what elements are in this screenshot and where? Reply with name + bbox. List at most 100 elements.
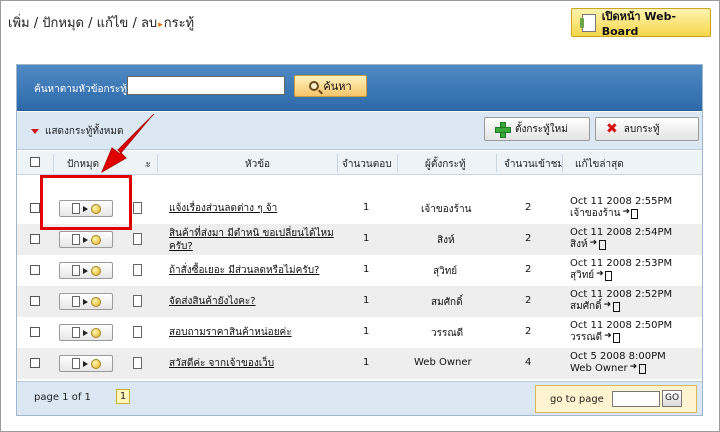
view-count: 4: [525, 357, 532, 368]
pin-icon: [90, 358, 101, 369]
reply-count: 1: [363, 326, 370, 337]
goto-post-icon[interactable]: [630, 361, 646, 374]
search-input[interactable]: [127, 76, 285, 95]
document-icon: [71, 296, 80, 307]
pin-icon: [90, 234, 101, 245]
author-name: สิงห์: [437, 235, 455, 246]
last-edit-by[interactable]: สิงห์: [570, 239, 588, 250]
last-edit-by[interactable]: สมศักดิ์: [570, 301, 602, 312]
arrow-right-icon: [82, 267, 88, 274]
view-count: 2: [525, 264, 532, 275]
select-all-checkbox[interactable]: [30, 157, 40, 167]
reply-count: 1: [363, 295, 370, 306]
delete-topic-label: ลบกระทู้: [623, 123, 660, 135]
topic-link[interactable]: ถ้าสั่งซื้อเยอะ มีส่วนลดหรือไม่ครับ?: [169, 264, 349, 277]
last-edit: Oct 5 2008 8:00PM Web Owner: [570, 351, 666, 375]
delete-topic-button[interactable]: ✖ ลบกระทู้: [595, 117, 699, 141]
row-checkbox[interactable]: [30, 265, 40, 275]
search-button[interactable]: ค้นหา: [294, 75, 367, 97]
topic-link[interactable]: สอบถามราคาสินค้าหน่อยค่ะ: [169, 326, 349, 339]
view-count: 2: [525, 326, 532, 337]
topic-document-icon: [133, 202, 142, 214]
new-topic-button[interactable]: ตั้งกระทู้ใหม่: [484, 117, 590, 141]
last-edit-date: Oct 11 2008 2:52PM: [570, 289, 673, 300]
delete-x-icon: ✖: [606, 121, 618, 137]
go-button[interactable]: GO: [662, 390, 682, 407]
breadcrumb: เพิ่ม / ปักหมุด / แก้ไข / ลบ▸กระทู้: [8, 16, 195, 31]
document-icon: [71, 358, 80, 369]
goto-page-input[interactable]: [612, 391, 660, 407]
reply-count: 1: [363, 264, 370, 275]
view-count: 2: [525, 202, 532, 213]
goto-post-icon[interactable]: [604, 299, 620, 312]
row-checkbox[interactable]: [30, 234, 40, 244]
pin-icon: [90, 265, 101, 276]
table-row: ถ้าสั่งซื้อเยอะ มีส่วนลดหรือไม่ครับ? 1 ส…: [17, 255, 702, 286]
last-edit: Oct 11 2008 2:55PM เจ้าของร้าน: [570, 196, 672, 220]
last-edit-by[interactable]: วรรณดี: [570, 332, 602, 343]
breadcrumb-edit[interactable]: แก้ไข: [97, 16, 129, 31]
goto-post-icon[interactable]: [596, 268, 613, 281]
pagination-bar: page 1 of 1 1 go to page GO: [17, 381, 702, 415]
topic-document-icon: [133, 264, 142, 276]
breadcrumb-current: กระทู้: [163, 16, 195, 31]
table-row: สวัสดีค่ะ จากเจ้าของเว็บ 1 Web Owner 4 O…: [17, 348, 702, 379]
author-name: Web Owner: [414, 357, 472, 368]
reply-count: 1: [363, 357, 370, 368]
last-edit-by[interactable]: เจ้าของร้าน: [570, 208, 620, 219]
last-edit-date: Oct 11 2008 2:53PM: [570, 258, 673, 269]
pin-control-button[interactable]: [59, 355, 113, 372]
table-row: จัดส่งสินค้ายังไงคะ? 1 สมศักดิ์ 2 Oct 11…: [17, 286, 702, 317]
last-edit: Oct 11 2008 2:54PM สิงห์: [570, 227, 672, 251]
pin-icon: [90, 296, 101, 307]
pin-control-button[interactable]: [59, 324, 113, 341]
pin-icon: [90, 327, 101, 338]
new-topic-label: ตั้งกระทู้ใหม่: [515, 123, 568, 135]
row-checkbox[interactable]: [30, 203, 40, 213]
topic-document-icon: [133, 326, 142, 338]
arrow-right-icon: [82, 360, 88, 367]
topic-link[interactable]: สวัสดีค่ะ จากเจ้าของเว็บ: [169, 357, 349, 370]
col-topic: หัวข้อ: [245, 159, 271, 170]
pin-control-button[interactable]: [59, 231, 113, 248]
col-replies: จำนวนตอบ: [342, 159, 392, 170]
col-author: ผู้ตั้งกระทู้: [425, 159, 466, 170]
document-icon: [71, 234, 80, 245]
last-edit-date: Oct 11 2008 2:55PM: [570, 196, 673, 207]
goto-page-box: go to page GO: [535, 385, 697, 413]
row-checkbox[interactable]: [30, 358, 40, 368]
last-edit-by[interactable]: สุวิทย์: [570, 270, 594, 281]
col-views: จำนวนเข้าชม: [504, 159, 565, 170]
document-icon: [580, 13, 596, 32]
page-number-button[interactable]: 1: [116, 389, 130, 404]
goto-post-icon[interactable]: [590, 237, 606, 250]
pin-control-button[interactable]: [59, 293, 113, 310]
topic-document-icon: [133, 357, 142, 369]
author-name: สมศักดิ์: [431, 297, 463, 308]
view-count: 2: [525, 233, 532, 244]
last-edit-by[interactable]: Web Owner: [570, 363, 628, 374]
topic-link[interactable]: แจ้งเรื่องส่วนลดต่าง ๆ จ้า: [169, 202, 349, 215]
topic-document-icon: [133, 295, 142, 307]
annotation-arrow-icon: [100, 113, 155, 174]
view-count: 2: [525, 295, 532, 306]
row-checkbox[interactable]: [30, 296, 40, 306]
last-edit-date: Oct 11 2008 2:50PM: [570, 320, 673, 331]
breadcrumb-delete[interactable]: ลบ: [141, 16, 157, 31]
page-info: page 1 of 1: [34, 392, 91, 403]
open-webboard-button[interactable]: เปิดหน้า Web-Board: [571, 8, 711, 38]
topic-link[interactable]: สินค้าที่ส่งมา มีตำหนิ ขอเปลี่ยนได้ไหมคร…: [169, 227, 349, 253]
row-checkbox[interactable]: [30, 327, 40, 337]
breadcrumb-add[interactable]: เพิ่ม: [8, 16, 30, 31]
topic-link[interactable]: จัดส่งสินค้ายังไงคะ?: [169, 295, 349, 308]
pin-control-button[interactable]: [59, 262, 113, 279]
arrow-right-icon: [82, 329, 88, 336]
table-row: สอบถามราคาสินค้าหน่อยค่ะ 1 วรรณดี 2 Oct …: [17, 317, 702, 348]
col-pin: ปักหมุด: [67, 159, 100, 170]
breadcrumb-pin[interactable]: ปักหมุด: [42, 16, 84, 31]
goto-post-icon[interactable]: [622, 206, 639, 219]
document-icon: [71, 265, 80, 276]
goto-post-icon[interactable]: [604, 330, 621, 343]
reply-count: 1: [363, 202, 370, 213]
open-webboard-label: เปิดหน้า Web-Board: [601, 10, 677, 38]
